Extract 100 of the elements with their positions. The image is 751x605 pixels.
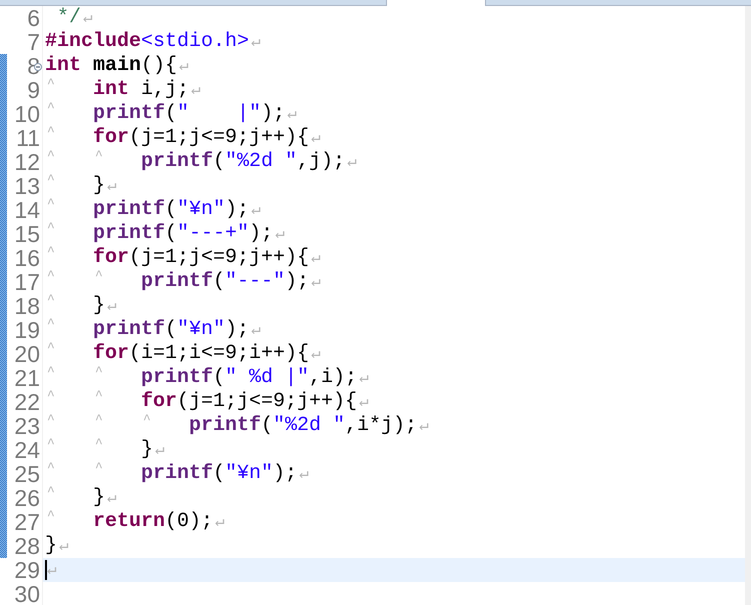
- function-name: printf: [141, 270, 214, 294]
- string-literal: "¥n": [225, 462, 274, 486]
- code-text: );: [261, 102, 286, 126]
- line-break-marker: ↵: [311, 344, 321, 365]
- string-literal: "---": [225, 270, 286, 294]
- line-break-marker: ↵: [155, 440, 165, 461]
- line-break-marker: ↵: [107, 296, 117, 317]
- code-text: }: [93, 294, 106, 318]
- code-text: }: [141, 438, 154, 462]
- line-number: 25: [14, 461, 40, 487]
- string-literal: "%2d ": [225, 150, 298, 174]
- code-text: );: [273, 462, 298, 486]
- line-break-marker: ↵: [311, 272, 321, 293]
- tab-marker: ^: [47, 268, 55, 284]
- string-literal: "¥n": [177, 198, 226, 222]
- tab-marker: ^: [47, 412, 55, 428]
- line-number: 18: [14, 293, 40, 319]
- line-number: 30: [14, 581, 40, 605]
- line-break-marker: ↵: [179, 56, 189, 77]
- line-number: 13: [14, 173, 40, 199]
- line-break-marker: ↵: [215, 512, 225, 533]
- code-text: (0);: [165, 510, 214, 534]
- preprocessor-directive: #include: [45, 30, 142, 54]
- line-number: 15: [14, 221, 40, 247]
- line-number: 12: [14, 149, 40, 175]
- code-text: (: [261, 414, 274, 438]
- tab-marker: ^: [95, 388, 103, 404]
- tab-marker: ^: [47, 460, 55, 476]
- tab-marker: ^: [47, 220, 55, 236]
- line-number: 16: [14, 245, 40, 271]
- line-break-marker: ↵: [47, 560, 57, 581]
- code-text: (: [165, 222, 178, 246]
- tab-marker: ^: [143, 412, 151, 428]
- line-break-marker: ↵: [251, 320, 261, 341]
- line-number: 28: [14, 533, 40, 559]
- tab-marker: ^: [95, 460, 103, 476]
- code-text: (: [165, 102, 178, 126]
- function-name: printf: [189, 414, 262, 438]
- tab-marker: ^: [47, 292, 55, 308]
- function-name: main: [92, 54, 142, 78]
- code-text: (: [213, 462, 226, 486]
- code-text: (){: [141, 54, 178, 78]
- function-name: printf: [93, 318, 166, 342]
- function-name: printf: [141, 366, 214, 390]
- function-name: printf: [93, 102, 166, 126]
- keyword: int: [93, 78, 130, 102]
- line-break-marker: ↵: [359, 368, 369, 389]
- line-number: 10: [14, 101, 40, 127]
- keyword: for: [93, 342, 130, 366]
- function-name: printf: [141, 462, 214, 486]
- function-name: printf: [141, 150, 214, 174]
- line-break-marker: ↵: [107, 176, 117, 197]
- line-number: 27: [14, 509, 40, 535]
- text-cursor: [45, 560, 47, 580]
- line-break-marker: ↵: [251, 32, 261, 53]
- tab-marker: ^: [95, 268, 103, 284]
- comment: */: [56, 6, 82, 30]
- tab-marker: ^: [47, 172, 55, 188]
- line-number: 21: [14, 365, 40, 391]
- line-number: 19: [14, 317, 40, 343]
- code-text: (j=1;j<=9;j++){: [129, 246, 310, 270]
- line-break-marker: ↵: [83, 8, 93, 29]
- line-number: 29: [14, 557, 40, 583]
- tab-marker: ^: [47, 148, 55, 164]
- code-text: (: [213, 366, 226, 390]
- tab-marker: ^: [47, 124, 55, 140]
- line-break-marker: ↵: [251, 200, 261, 221]
- string-literal: " |": [177, 102, 262, 126]
- string-literal: "¥n": [177, 318, 226, 342]
- line-break-marker: ↵: [275, 224, 285, 245]
- tab-marker: ^: [95, 364, 103, 380]
- code-text: (j=1;j<=9;j++){: [129, 126, 310, 150]
- code-text: (: [213, 270, 226, 294]
- code-text: (: [213, 150, 226, 174]
- line-break-marker: ↵: [191, 80, 201, 101]
- tab-marker: ^: [47, 484, 55, 500]
- code-text: (j=1;j<=9;j++){: [177, 390, 358, 414]
- line-number: 9: [27, 77, 40, 103]
- line-break-marker: ↵: [347, 152, 357, 173]
- keyword: for: [141, 390, 178, 414]
- code-text: }: [45, 534, 58, 558]
- code-text: );: [225, 318, 250, 342]
- tab-marker: ^: [47, 508, 55, 524]
- tab-marker: ^: [47, 436, 55, 452]
- line-number: 6: [27, 5, 40, 31]
- code-text: );: [225, 198, 250, 222]
- function-name: printf: [93, 222, 166, 246]
- string-literal: " %d |": [225, 366, 310, 390]
- line-number: 26: [14, 485, 40, 511]
- tab-marker: ^: [95, 436, 103, 452]
- string-literal: <stdio.h>: [141, 30, 250, 54]
- line-break-marker: ↵: [59, 536, 69, 557]
- line-break-marker: ↵: [419, 416, 429, 437]
- line-number: 20: [14, 341, 40, 367]
- keyword: return: [93, 510, 166, 534]
- line-number: 14: [14, 197, 40, 223]
- code-text: );: [249, 222, 274, 246]
- code-text: i,j;: [140, 78, 190, 102]
- code-text: ,j);: [297, 150, 346, 174]
- code-text: }: [93, 174, 106, 198]
